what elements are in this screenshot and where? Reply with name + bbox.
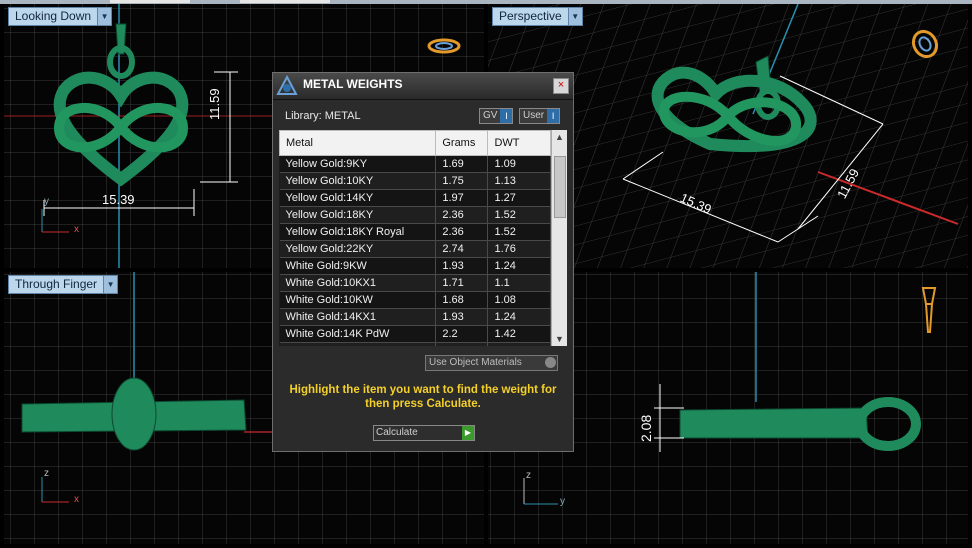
table-row[interactable]: Yellow Gold:10KY 1.75 1.13 [279, 172, 551, 190]
cell-metal: Yellow Gold:9KY [279, 155, 437, 173]
cell-dwt: 1.08 [487, 291, 551, 309]
use-object-materials-label: Use Object Materials [429, 357, 522, 368]
table-row[interactable]: Yellow Gold:18KY 2.36 1.52 [279, 206, 551, 224]
cell-metal: White Gold:10KX1 [279, 274, 437, 292]
gv-toggle[interactable]: GV I [479, 108, 514, 124]
chevron-down-icon[interactable]: ▼ [567, 8, 582, 25]
cell-dwt: 1.76 [487, 240, 551, 258]
cell-dwt: 1.1 [487, 274, 551, 292]
cell-grams: 1.74 [435, 342, 489, 346]
metal-weights-dialog: METAL WEIGHTS × Library: METAL GV I User… [272, 72, 574, 452]
scroll-up-icon[interactable]: ▲ [552, 130, 567, 144]
gv-toggle-label: GV [483, 110, 498, 121]
table-header-row: Metal Grams DWT [279, 130, 551, 156]
cell-grams: 1.68 [435, 291, 489, 309]
cell-dwt: 1.24 [487, 257, 551, 275]
cell-grams: 1.97 [435, 189, 489, 207]
cell-dwt: 1.1 [487, 342, 551, 346]
table-row[interactable]: Yellow Gold:22KY 2.74 1.76 [279, 240, 551, 258]
dialog-titlebar[interactable]: METAL WEIGHTS × [273, 73, 573, 100]
viewport-label-through-finger[interactable]: Through Finger ▼ [8, 275, 119, 294]
table-row[interactable]: White Gold:10KW 1.68 1.08 [279, 291, 551, 309]
table-row[interactable]: Yellow Gold:14KY 1.97 1.27 [279, 189, 551, 207]
dim-height-label: 11.59 [207, 88, 222, 120]
pendant-icon [921, 287, 937, 333]
cell-grams: 1.71 [435, 274, 489, 292]
toggle-knob-icon [545, 357, 556, 368]
calculate-label: Calculate [376, 427, 418, 438]
dialog-title: METAL WEIGHTS [303, 77, 403, 91]
axis-y-label: y [560, 496, 565, 507]
use-object-materials-toggle[interactable]: Use Object Materials [425, 355, 558, 371]
column-header-grams[interactable]: Grams [435, 130, 489, 156]
scroll-thumb[interactable] [554, 156, 566, 218]
instruction-text: Highlight the item you want to find the … [289, 384, 557, 410]
table-row[interactable]: White Gold:9KW 1.93 1.24 [279, 257, 551, 275]
close-button[interactable]: × [553, 78, 569, 94]
cell-grams: 2.2 [435, 325, 489, 343]
cell-metal: Yellow Gold:18KY [279, 206, 437, 224]
axis-x-label: x [74, 494, 79, 505]
top-tab[interactable] [110, 0, 190, 3]
chevron-down-icon[interactable]: ▼ [97, 8, 112, 25]
axis-y-label: y [44, 196, 49, 207]
cell-dwt: 1.13 [487, 172, 551, 190]
play-icon[interactable]: ▶ [462, 426, 474, 440]
metal-logo-icon [276, 75, 298, 95]
table-row[interactable]: Yellow Gold:18KY Royal 2.36 1.52 [279, 223, 551, 241]
cell-metal: White Gold:14K PdW [279, 325, 437, 343]
table-row[interactable]: Yellow Gold:9KY 1.69 1.09 [279, 155, 551, 173]
column-header-dwt[interactable]: DWT [487, 130, 551, 156]
dim-width-label: 15.39 [102, 192, 135, 207]
table-scrollbar[interactable]: ▲ ▼ [551, 130, 567, 346]
cell-metal: White Gold:14KX1 [279, 308, 437, 326]
cell-grams: 1.75 [435, 172, 489, 190]
cell-dwt: 1.24 [487, 308, 551, 326]
metal-table[interactable]: Metal Grams DWT Yellow Gold:9KY 1.69 1.09 Y… [279, 130, 567, 346]
axis-z-label: z [526, 470, 531, 481]
top-tab[interactable] [240, 0, 330, 3]
viewport-label-looking-down[interactable]: Looking Down ▼ [8, 7, 113, 26]
cell-dwt: 1.52 [487, 206, 551, 224]
cell-dwt: 1.52 [487, 223, 551, 241]
cell-metal: White Gold:14KW [279, 342, 437, 346]
viewport-label-text: Looking Down [15, 9, 92, 23]
user-toggle[interactable]: User I [519, 108, 561, 124]
cell-dwt: 1.27 [487, 189, 551, 207]
cell-metal: White Gold:9KW [279, 257, 437, 275]
viewport-label-perspective[interactable]: Perspective ▼ [492, 7, 583, 26]
cell-grams: 2.74 [435, 240, 489, 258]
table-row[interactable]: White Gold:14KX1 1.93 1.24 [279, 308, 551, 326]
cell-dwt: 1.09 [487, 155, 551, 173]
cell-grams: 1.69 [435, 155, 489, 173]
column-header-metal[interactable]: Metal [279, 130, 437, 156]
user-toggle-label: User [523, 110, 545, 121]
cell-grams: 1.93 [435, 308, 489, 326]
cell-grams: 1.93 [435, 257, 489, 275]
viewport-label-text: Perspective [499, 9, 562, 23]
chevron-down-icon[interactable]: ▼ [103, 276, 118, 293]
cell-grams: 2.36 [435, 223, 489, 241]
table-row[interactable]: White Gold:14KW1.741.1 [279, 342, 551, 346]
axis-z-label: z [44, 468, 49, 479]
cell-metal: Yellow Gold:14KY [279, 189, 437, 207]
ring-icon [427, 38, 461, 54]
cell-metal: Yellow Gold:22KY [279, 240, 437, 258]
gv-toggle-indicator: I [500, 109, 513, 123]
axis-x-label: x [74, 224, 79, 235]
ring-icon [911, 29, 939, 59]
cell-metal: Yellow Gold:10KY [279, 172, 437, 190]
cell-grams: 2.36 [435, 206, 489, 224]
user-toggle-indicator: I [547, 109, 560, 123]
cell-metal: Yellow Gold:18KY Royal [279, 223, 437, 241]
viewport-label-text: Through Finger [15, 277, 98, 291]
scroll-down-icon[interactable]: ▼ [552, 332, 567, 346]
calculate-button[interactable]: Calculate ▶ [373, 425, 475, 441]
table-row[interactable]: White Gold:10KX1 1.71 1.1 [279, 274, 551, 292]
table-row[interactable]: White Gold:14K PdW 2.2 1.42 [279, 325, 551, 343]
library-label: Library: METAL [285, 110, 361, 122]
dim-thickness-label: 2.08 [638, 414, 654, 442]
cell-metal: White Gold:10KW [279, 291, 437, 309]
cell-dwt: 1.42 [487, 325, 551, 343]
